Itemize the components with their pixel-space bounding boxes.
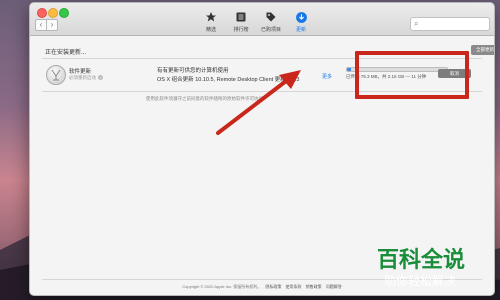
watermark-title: 百科全说 <box>377 248 466 273</box>
watermark-subtitle: 助你轻松解决 <box>384 274 457 288</box>
